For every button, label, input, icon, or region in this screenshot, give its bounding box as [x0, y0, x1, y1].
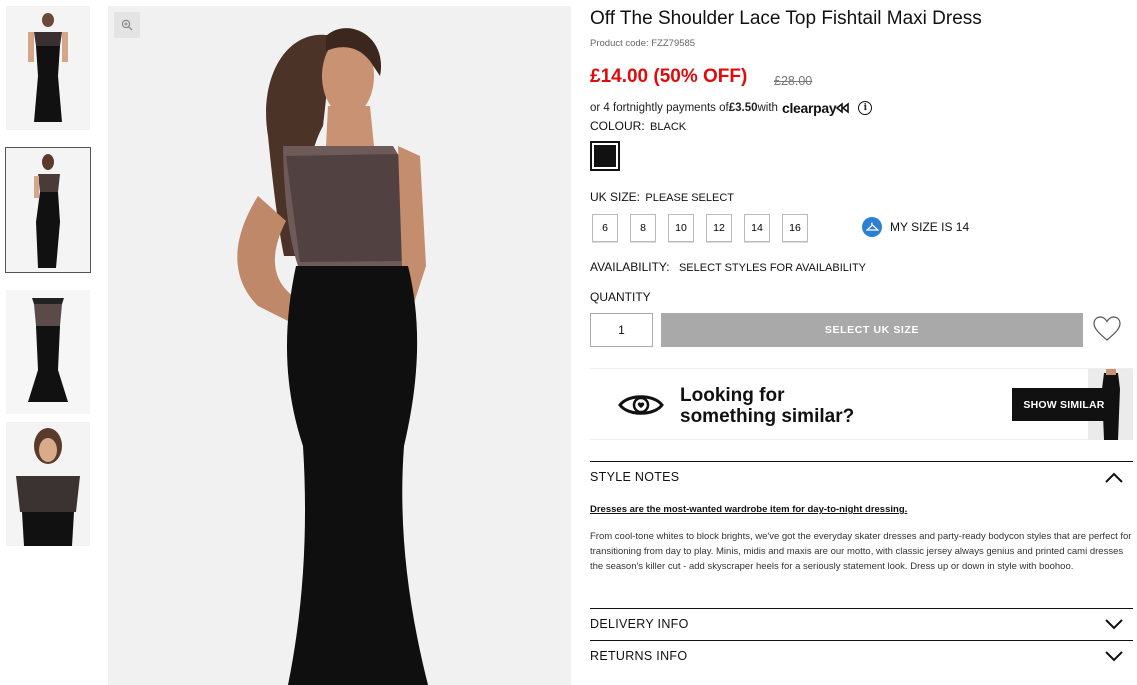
- colour-label-key: COLOUR:: [590, 119, 645, 133]
- colour-label-value: BLACK: [650, 121, 687, 133]
- thumbnail-3-image: [6, 290, 90, 414]
- product-main-image: [108, 6, 571, 685]
- availability-value: SELECT STYLES FOR AVAILABILITY: [678, 262, 867, 274]
- zoom-button[interactable]: [114, 12, 140, 38]
- show-similar-button[interactable]: SHOW SIMILAR: [1012, 388, 1116, 421]
- hanger-icon: [862, 217, 882, 237]
- product-title: Off The Shoulder Lace Top Fishtail Maxi …: [590, 8, 982, 29]
- colour-label: COLOUR: BLACK: [590, 119, 686, 133]
- clearpay-logo-text: clearpay: [781, 100, 837, 116]
- delivery-info-header[interactable]: DELIVERY INFO: [590, 609, 1133, 639]
- delivery-info-title: DELIVERY INFO: [590, 617, 689, 631]
- size-option-16[interactable]: 16: [782, 214, 808, 242]
- returns-info-header[interactable]: RETURNS INFO: [590, 641, 1133, 671]
- info-icon[interactable]: i: [858, 101, 873, 115]
- size-option-6[interactable]: 6: [592, 214, 618, 242]
- clearpay-prefix: or 4 fortnightly payments of: [590, 102, 729, 114]
- product-photo: [108, 6, 571, 685]
- delivery-info-accordion[interactable]: DELIVERY INFO: [590, 608, 1133, 639]
- similar-heading-line1: Looking for: [680, 385, 785, 406]
- thumbnail-1[interactable]: [6, 6, 90, 130]
- eye-icon: [618, 395, 664, 415]
- quantity-input[interactable]: [590, 313, 653, 347]
- returns-info-accordion[interactable]: RETURNS INFO: [590, 640, 1133, 671]
- availability: AVAILABILITY: SELECT STYLES FOR AVAILABI…: [590, 260, 866, 274]
- swatch-fill: [594, 145, 616, 167]
- style-notes-header[interactable]: STYLE NOTES: [590, 462, 1133, 492]
- availability-label: AVAILABILITY:: [590, 260, 670, 274]
- clearpay-message: or 4 fortnightly payments of £3.50 with …: [590, 100, 873, 116]
- zoom-icon: [121, 19, 133, 31]
- shop-similar-banner: Looking for something similar? SHOW SIMI…: [590, 368, 1133, 440]
- clearpay-arrows-icon: [836, 102, 850, 114]
- size-option-14[interactable]: 14: [744, 214, 770, 242]
- size-label-value: PLEASE SELECT: [645, 192, 735, 204]
- style-notes-lead[interactable]: Dresses are the most-wanted wardrobe ite…: [590, 504, 907, 515]
- thumbnail-1-image: [6, 6, 90, 130]
- style-notes-title: STYLE NOTES: [590, 470, 680, 484]
- clearpay-amount: £3.50: [728, 102, 758, 114]
- chevron-up-icon: [1105, 472, 1123, 483]
- thumbnail-2-image: [6, 148, 90, 272]
- quantity-label: QUANTITY: [590, 290, 651, 304]
- sale-price: £14.00 (50% OFF): [590, 66, 748, 87]
- clearpay-suffix: with: [757, 102, 778, 114]
- similar-heading: Looking for something similar?: [680, 385, 854, 427]
- heart-icon[interactable]: [1092, 314, 1122, 344]
- thumbnail-2[interactable]: [5, 147, 91, 273]
- chevron-down-icon: [1105, 618, 1123, 629]
- style-notes-accordion[interactable]: STYLE NOTES: [590, 461, 1133, 492]
- similar-heading-line2: something similar?: [680, 406, 855, 427]
- product-code: Product code: FZZ79585: [590, 38, 696, 49]
- size-label: UK SIZE: PLEASE SELECT: [590, 190, 734, 204]
- returns-info-title: RETURNS INFO: [590, 649, 688, 663]
- thumbnail-4[interactable]: [6, 422, 90, 546]
- colour-swatch-black[interactable]: [590, 141, 620, 171]
- thumbnail-3[interactable]: [6, 290, 90, 414]
- size-options: 6 8 10 12 14 16: [592, 214, 808, 242]
- clearpay-logo: clearpay: [782, 100, 854, 116]
- add-to-bag-button[interactable]: SELECT UK SIZE: [661, 313, 1083, 347]
- size-option-8[interactable]: 8: [630, 214, 656, 242]
- size-label-key: UK SIZE:: [590, 190, 641, 204]
- my-size-text: MY SIZE IS 14: [890, 220, 970, 234]
- style-notes-body: From cool-tone whites to block brights, …: [590, 531, 1132, 572]
- chevron-down-icon: [1105, 650, 1123, 661]
- my-size-link[interactable]: MY SIZE IS 14: [862, 217, 969, 237]
- thumbnail-4-image: [6, 422, 90, 546]
- original-price: £28.00: [774, 74, 813, 88]
- size-option-10[interactable]: 10: [668, 214, 694, 242]
- size-option-12[interactable]: 12: [706, 214, 732, 242]
